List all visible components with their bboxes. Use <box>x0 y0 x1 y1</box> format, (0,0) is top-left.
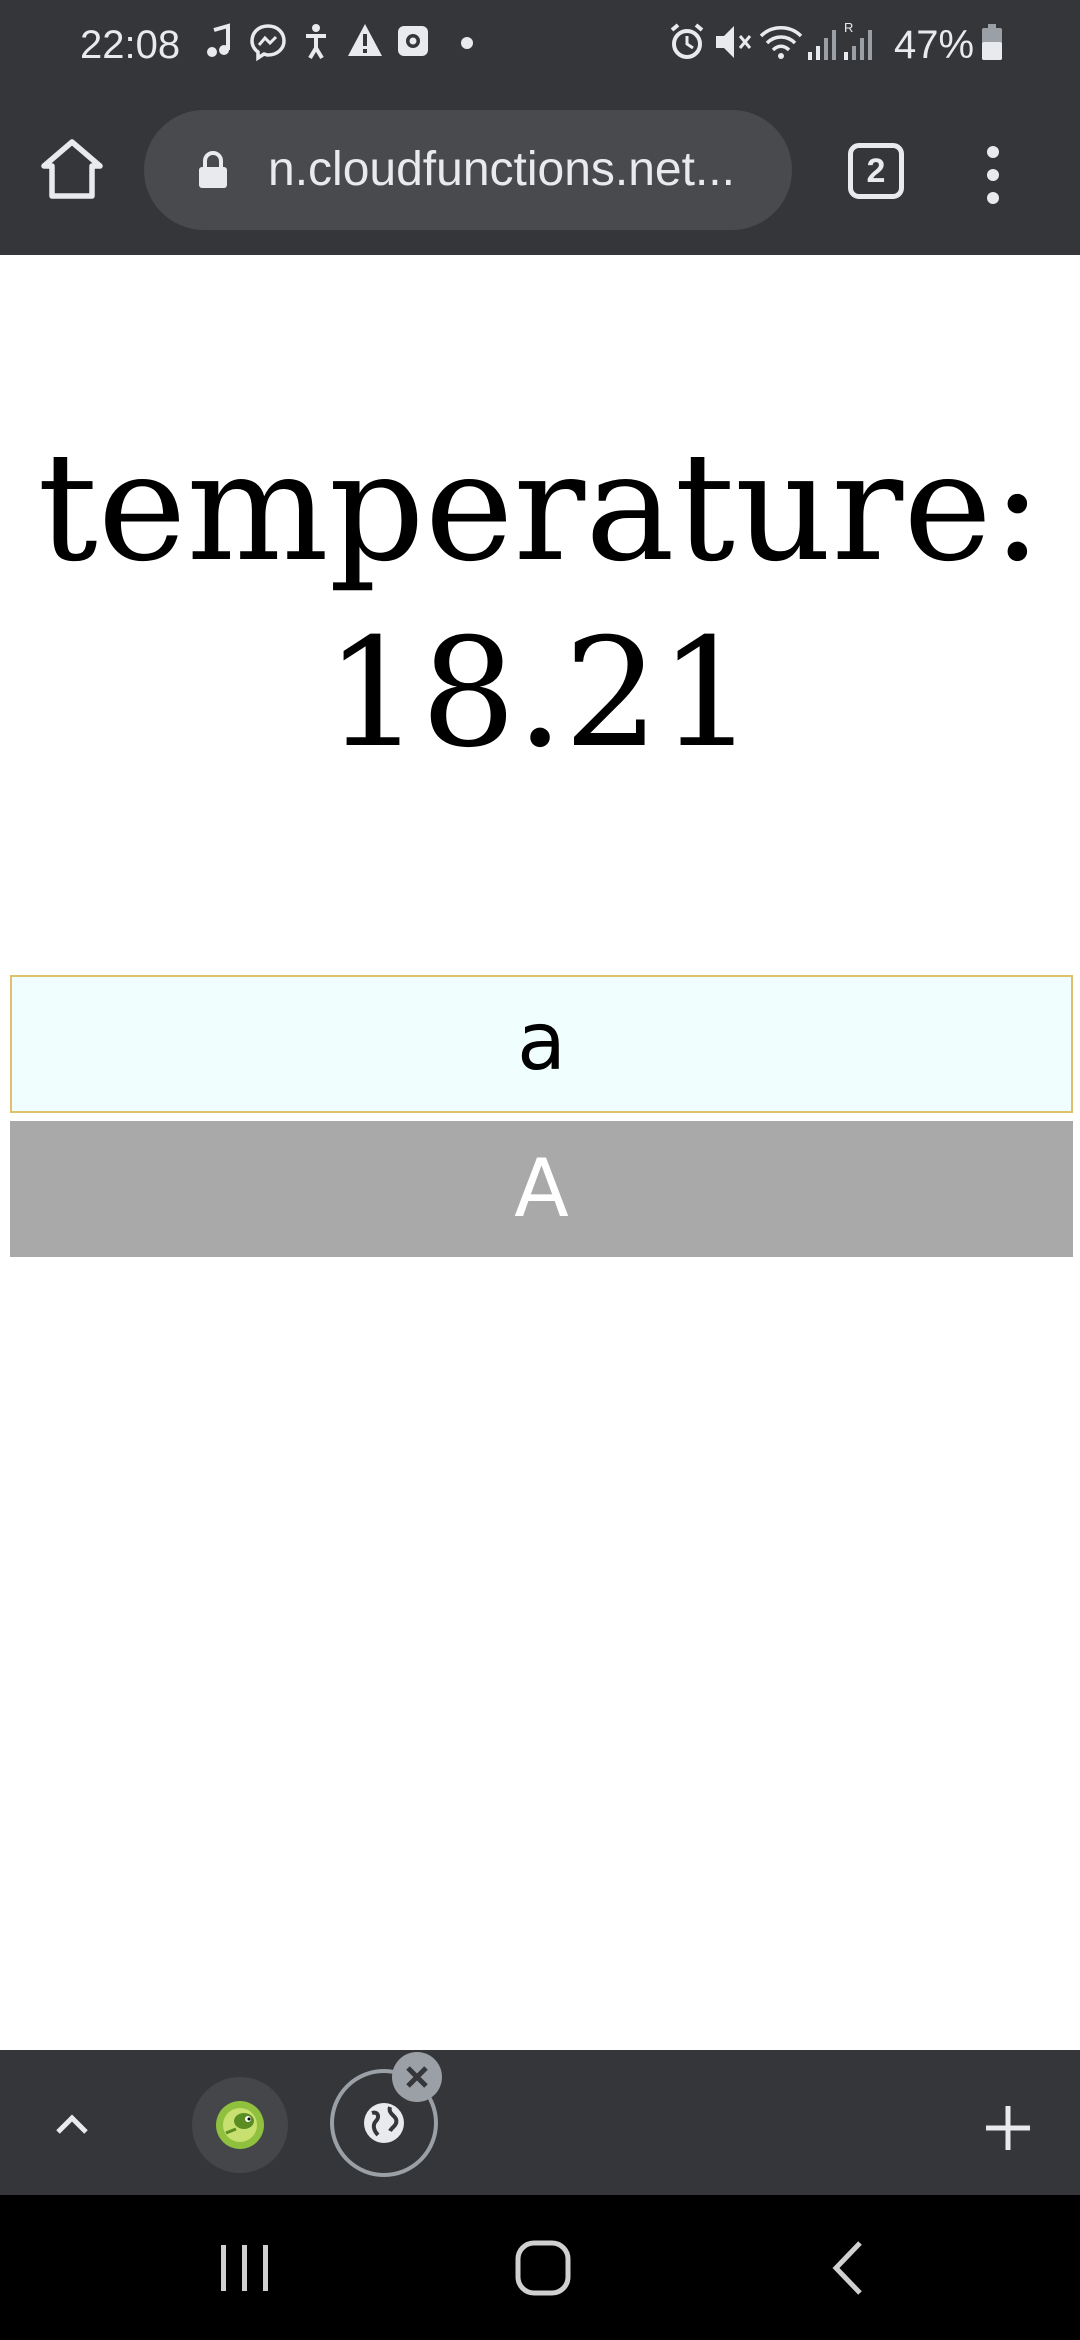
signal-icon <box>808 30 836 60</box>
duckduckgo-icon <box>216 2101 264 2149</box>
chevron-up-icon[interactable] <box>40 2092 104 2156</box>
battery-icon <box>982 24 1002 60</box>
url-text: ...n.cloudfunctions.net <box>268 143 735 196</box>
messenger-icon <box>250 24 286 62</box>
close-icon[interactable] <box>392 2052 442 2102</box>
instagram-icon <box>398 26 428 56</box>
status-bar: 22:08 R 47% <box>0 0 1080 90</box>
svg-text:R: R <box>844 20 853 35</box>
tab-duckduckgo[interactable] <box>192 2077 288 2173</box>
music-note-icon <box>207 23 230 57</box>
wifi-icon <box>759 26 803 59</box>
recents-icon[interactable] <box>210 2235 280 2301</box>
home-circle-icon[interactable] <box>508 2235 578 2301</box>
tab-switcher-button[interactable]: 2 <box>848 143 904 199</box>
temperature-heading: temperature: 18.21 <box>37 421 1043 781</box>
dot-icon <box>461 37 473 49</box>
roaming-signal-icon: R <box>844 20 872 60</box>
alarm-icon <box>670 23 704 59</box>
warning-icon <box>348 24 382 56</box>
more-vert-icon[interactable] <box>968 140 1018 210</box>
back-icon[interactable] <box>818 2233 878 2303</box>
navigation-bar <box>0 2195 1080 2340</box>
plus-icon[interactable] <box>972 2092 1044 2164</box>
page-content: temperature: 18.21 a A <box>0 255 1080 2050</box>
mute-icon <box>716 26 752 58</box>
battery-percentage: 47% <box>894 23 975 67</box>
browser-toolbar: ...n.cloudfunctions.net 2 <box>0 90 1080 255</box>
uppercase-a-button[interactable]: A <box>10 1121 1073 1257</box>
home-icon[interactable] <box>36 134 108 206</box>
accessibility-icon <box>306 24 326 60</box>
bottom-tab-bar <box>0 2050 1080 2195</box>
lowercase-a-button[interactable]: a <box>10 975 1073 1113</box>
lock-icon <box>199 150 227 188</box>
url-bar[interactable]: ...n.cloudfunctions.net <box>144 110 792 230</box>
status-time: 22:08 <box>80 23 181 67</box>
